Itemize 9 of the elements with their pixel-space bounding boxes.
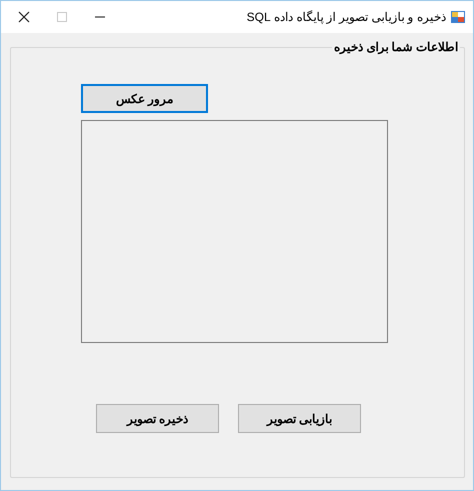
maximize-icon (57, 12, 67, 22)
close-icon (18, 11, 30, 23)
minimize-icon (95, 16, 105, 18)
action-button[interactable]: ذخیره تصویر (96, 404, 219, 433)
window-title: ذخیره و بازیابی تصویر از پایگاه داده SQL (246, 9, 446, 26)
group-title: اطلاعات شما برای ذخیره (332, 39, 459, 56)
action-button[interactable]: بازیابی تصویر (238, 404, 361, 433)
app-icon (451, 10, 465, 24)
browse-button[interactable]: مرور عکس (81, 84, 208, 113)
